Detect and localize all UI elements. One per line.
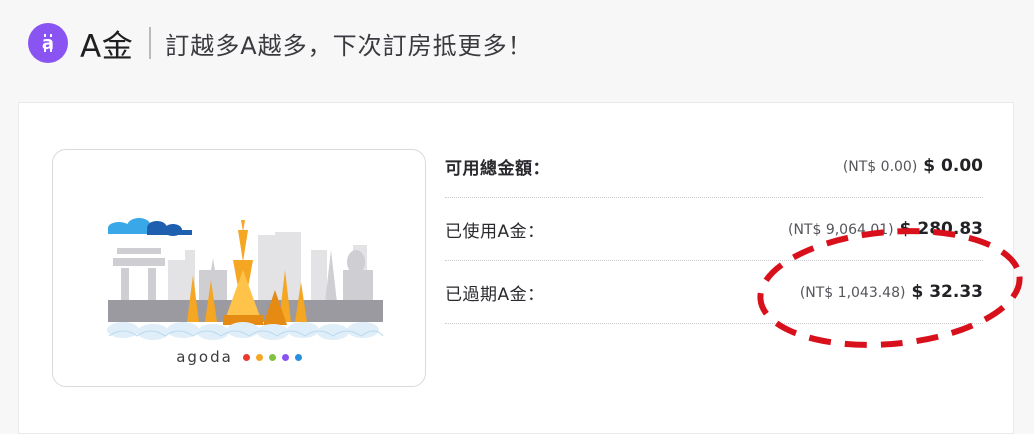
logo-dot-blue	[294, 353, 302, 361]
balance-row-available: 可用總金額： (NT$ 0.00) $ 0.00	[445, 135, 983, 198]
balance-amount: (NT$ 9,064.01) $ 280.83	[788, 219, 983, 239]
page-title: A金	[80, 28, 134, 65]
agoda-logo: agoda	[53, 348, 425, 366]
amount-usd: $ 280.83	[899, 219, 983, 239]
balance-row-used: 已使用A金： (NT$ 9,064.01) $ 280.83	[445, 198, 983, 261]
amount-usd: $ 32.33	[911, 282, 983, 302]
amount-ntd: (NT$ 0.00)	[842, 159, 918, 175]
amount-ntd: (NT$ 1,043.48)	[799, 285, 906, 301]
agoda-cash-card-image: agoda	[52, 149, 426, 387]
balance-amount: (NT$ 1,043.48) $ 32.33	[800, 282, 983, 302]
balance-label: 可用總金額：	[445, 158, 550, 179]
page-tagline: 訂越多A越多，下次訂房抵更多！	[165, 31, 533, 60]
logo-dot-purple	[281, 353, 289, 361]
balance-amount: (NT$ 0.00) $ 0.00	[843, 156, 983, 176]
balance-label: 已過期A金：	[445, 284, 545, 305]
svg-text:a: a	[42, 33, 54, 54]
balance-list: 可用總金額： (NT$ 0.00) $ 0.00 已使用A金： (NT$ 9,0…	[445, 135, 983, 324]
dollar-coin-icon: a	[28, 23, 68, 63]
balance-label: 已使用A金：	[445, 221, 545, 242]
logo-dot-green	[268, 353, 276, 361]
agoda-cash-panel: agoda 可用總金額： (NT$ 0.00) $ 0.00 已使用A金： (N…	[18, 102, 1014, 434]
amount-usd: $ 0.00	[923, 156, 983, 176]
balance-row-expired: 已過期A金： (NT$ 1,043.48) $ 32.33	[445, 261, 983, 324]
logo-dot-red	[242, 353, 250, 361]
title-divider	[149, 27, 152, 59]
agoda-logo-text: agoda	[176, 348, 233, 366]
page-header: a A金 訂越多A越多，下次訂房抵更多！	[28, 18, 533, 68]
logo-dot-orange	[255, 353, 263, 361]
amount-ntd: (NT$ 9,064.01)	[787, 222, 894, 238]
